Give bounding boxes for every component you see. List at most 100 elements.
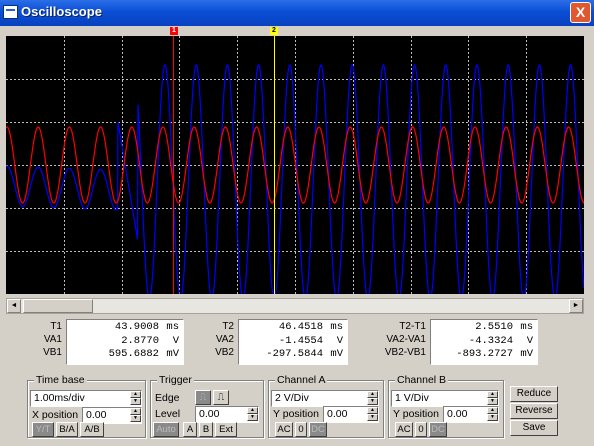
horizontal-scrollbar[interactable]: ◄ ► bbox=[6, 298, 584, 314]
label-vb2-vb1: VB2-VB1 bbox=[384, 347, 426, 358]
xpos-value: 0.00 bbox=[86, 409, 107, 421]
channel-b-dc-button[interactable]: DC bbox=[429, 422, 447, 437]
readout-t1-values: 43.9008 ms 2.8770 V 595.6882 mV bbox=[66, 319, 184, 365]
readout-t2-values: 46.4518 ms -1.4554 V -297.5844 mV bbox=[238, 319, 348, 365]
channel-a-dc-button[interactable]: DC bbox=[309, 422, 327, 437]
spin-down-icon[interactable]: ▼ bbox=[130, 415, 141, 422]
channel-b-ypos-value: 0.00 bbox=[447, 408, 468, 420]
dt-unit: ms bbox=[520, 321, 533, 333]
readout-t1: T1 VA1 VB1 43.9008 ms 2.8770 V 595.6882 mV bbox=[24, 318, 184, 368]
dvb-value: -893.2727 bbox=[456, 348, 513, 360]
spin-up-icon[interactable]: ▲ bbox=[130, 391, 141, 398]
spin-up-icon[interactable]: ▲ bbox=[487, 391, 498, 398]
scroll-left-icon[interactable]: ◄ bbox=[7, 299, 21, 313]
edge-label: Edge bbox=[155, 392, 180, 404]
reduce-button[interactable]: Reduce bbox=[510, 386, 558, 402]
spin-up-icon[interactable]: ▲ bbox=[487, 407, 498, 414]
channel-b-scale-value: 1 V/Div bbox=[395, 392, 429, 404]
falling-edge-icon[interactable]: ⎍ bbox=[213, 390, 229, 405]
t2-unit: ms bbox=[330, 321, 343, 333]
dvb-unit: mV bbox=[520, 348, 533, 360]
timebase-title: Time base bbox=[34, 374, 87, 386]
trigger-title: Trigger bbox=[157, 374, 194, 386]
va2-unit: V bbox=[336, 334, 343, 347]
window-title: Oscilloscope bbox=[21, 4, 102, 19]
scope-trace-area bbox=[6, 36, 584, 294]
spin-down-icon[interactable]: ▼ bbox=[130, 398, 141, 405]
channel-a-zero-button[interactable]: 0 bbox=[295, 422, 307, 437]
yt-button[interactable]: Y/T bbox=[32, 422, 54, 437]
ba-button[interactable]: B/A bbox=[56, 422, 78, 437]
t2-value: 46.4518 bbox=[278, 321, 323, 333]
channel-b-group: Channel B 1 V/Div ▲ ▼ Y position 0.00 ▲ … bbox=[388, 374, 504, 438]
ab-button[interactable]: A/B bbox=[80, 422, 104, 437]
level-label: Level bbox=[155, 408, 181, 420]
level-spinner[interactable]: 0.00 ▲ ▼ bbox=[195, 406, 259, 423]
label-t2: T2 bbox=[222, 321, 234, 332]
spin-up-icon[interactable]: ▲ bbox=[247, 407, 258, 414]
label-va1: VA1 bbox=[43, 334, 62, 345]
va1-value: 2.8770 bbox=[121, 334, 159, 347]
channel-b-title: Channel B bbox=[395, 374, 449, 386]
spin-up-icon[interactable]: ▲ bbox=[367, 391, 378, 398]
timebase-scale-spinner[interactable]: 1.00ms/div ▲ ▼ bbox=[30, 390, 142, 407]
close-button[interactable]: X bbox=[570, 2, 591, 23]
vb2-unit: mV bbox=[330, 348, 343, 360]
scroll-right-icon[interactable]: ► bbox=[569, 299, 583, 313]
label-t1: T1 bbox=[50, 321, 62, 332]
timebase-scale-value: 1.00ms/div bbox=[34, 392, 85, 404]
xpos-label: X position bbox=[32, 409, 79, 421]
label-vb2: VB2 bbox=[215, 347, 234, 358]
vb1-unit: mV bbox=[166, 348, 179, 360]
dva-unit: V bbox=[526, 334, 533, 347]
label-vb1: VB1 bbox=[43, 347, 62, 358]
rising-edge-icon[interactable]: ⎍ bbox=[195, 390, 211, 405]
save-button[interactable]: Save bbox=[510, 420, 558, 436]
vb2-value: -297.5844 bbox=[266, 348, 323, 360]
title-bar: Oscilloscope X bbox=[0, 0, 594, 26]
va1-unit: V bbox=[172, 334, 179, 347]
dva-value: -4.3324 bbox=[468, 334, 513, 347]
ext-button[interactable]: Ext bbox=[215, 422, 237, 437]
channel-a-ypos-spinner[interactable]: 0.00 ▲ ▼ bbox=[323, 406, 379, 423]
channel-a-ypos-value: 0.00 bbox=[327, 408, 348, 420]
channel-b-ac-button[interactable]: AC bbox=[395, 422, 413, 437]
channel-b-zero-button[interactable]: 0 bbox=[415, 422, 427, 437]
cursor-1-marker[interactable]: 1 bbox=[170, 27, 178, 35]
t1-unit: ms bbox=[166, 321, 179, 333]
cursor-2-marker[interactable]: 2 bbox=[270, 27, 278, 35]
spin-up-icon[interactable]: ▲ bbox=[130, 408, 141, 415]
spin-down-icon[interactable]: ▼ bbox=[367, 414, 378, 421]
channel-b-ypos-label: Y position bbox=[393, 408, 439, 420]
channel-a-ypos-label: Y position bbox=[273, 408, 319, 420]
scope-display[interactable] bbox=[6, 36, 584, 294]
timebase-group: Time base 1.00ms/div ▲ ▼ X position 0.00… bbox=[27, 374, 146, 438]
channel-b-scale-spinner[interactable]: 1 V/Div ▲ ▼ bbox=[391, 390, 499, 407]
readout-diff-values: 2.5510 ms -4.3324 V -893.2727 mV bbox=[430, 319, 538, 365]
dt-value: 2.5510 bbox=[475, 321, 513, 333]
readout-diff: T2-T1 VA2-VA1 VB2-VB1 2.5510 ms -4.3324 V … bbox=[374, 318, 538, 368]
spin-down-icon[interactable]: ▼ bbox=[247, 414, 258, 421]
label-va2: VA2 bbox=[215, 334, 234, 345]
auto-button[interactable]: Auto bbox=[153, 422, 179, 437]
channel-a-scale-value: 2 V/Div bbox=[275, 392, 309, 404]
channel-a-ac-button[interactable]: AC bbox=[275, 422, 293, 437]
spin-up-icon[interactable]: ▲ bbox=[367, 407, 378, 414]
level-value: 0.00 bbox=[199, 408, 220, 420]
spin-down-icon[interactable]: ▼ bbox=[367, 398, 378, 405]
readout-t2: T2 VA2 VB2 46.4518 ms -1.4554 V -297.5844 m… bbox=[196, 318, 348, 368]
spin-down-icon[interactable]: ▼ bbox=[487, 398, 498, 405]
channel-a-title: Channel A bbox=[275, 374, 328, 386]
channel-a-group: Channel A 2 V/Div ▲ ▼ Y position 0.00 ▲ … bbox=[268, 374, 384, 438]
label-va2-va1: VA2-VA1 bbox=[386, 334, 426, 345]
label-t2-t1: T2-T1 bbox=[399, 321, 426, 332]
reverse-button[interactable]: Reverse bbox=[510, 403, 558, 419]
spin-down-icon[interactable]: ▼ bbox=[487, 414, 498, 421]
trigger-a-button[interactable]: A bbox=[183, 422, 197, 437]
channel-b-ypos-spinner[interactable]: 0.00 ▲ ▼ bbox=[443, 406, 499, 423]
channel-a-scale-spinner[interactable]: 2 V/Div ▲ ▼ bbox=[271, 390, 379, 407]
window-icon bbox=[3, 5, 18, 19]
vb1-value: 595.6882 bbox=[108, 348, 159, 360]
trigger-b-button[interactable]: B bbox=[199, 422, 213, 437]
scroll-thumb[interactable] bbox=[23, 299, 93, 313]
